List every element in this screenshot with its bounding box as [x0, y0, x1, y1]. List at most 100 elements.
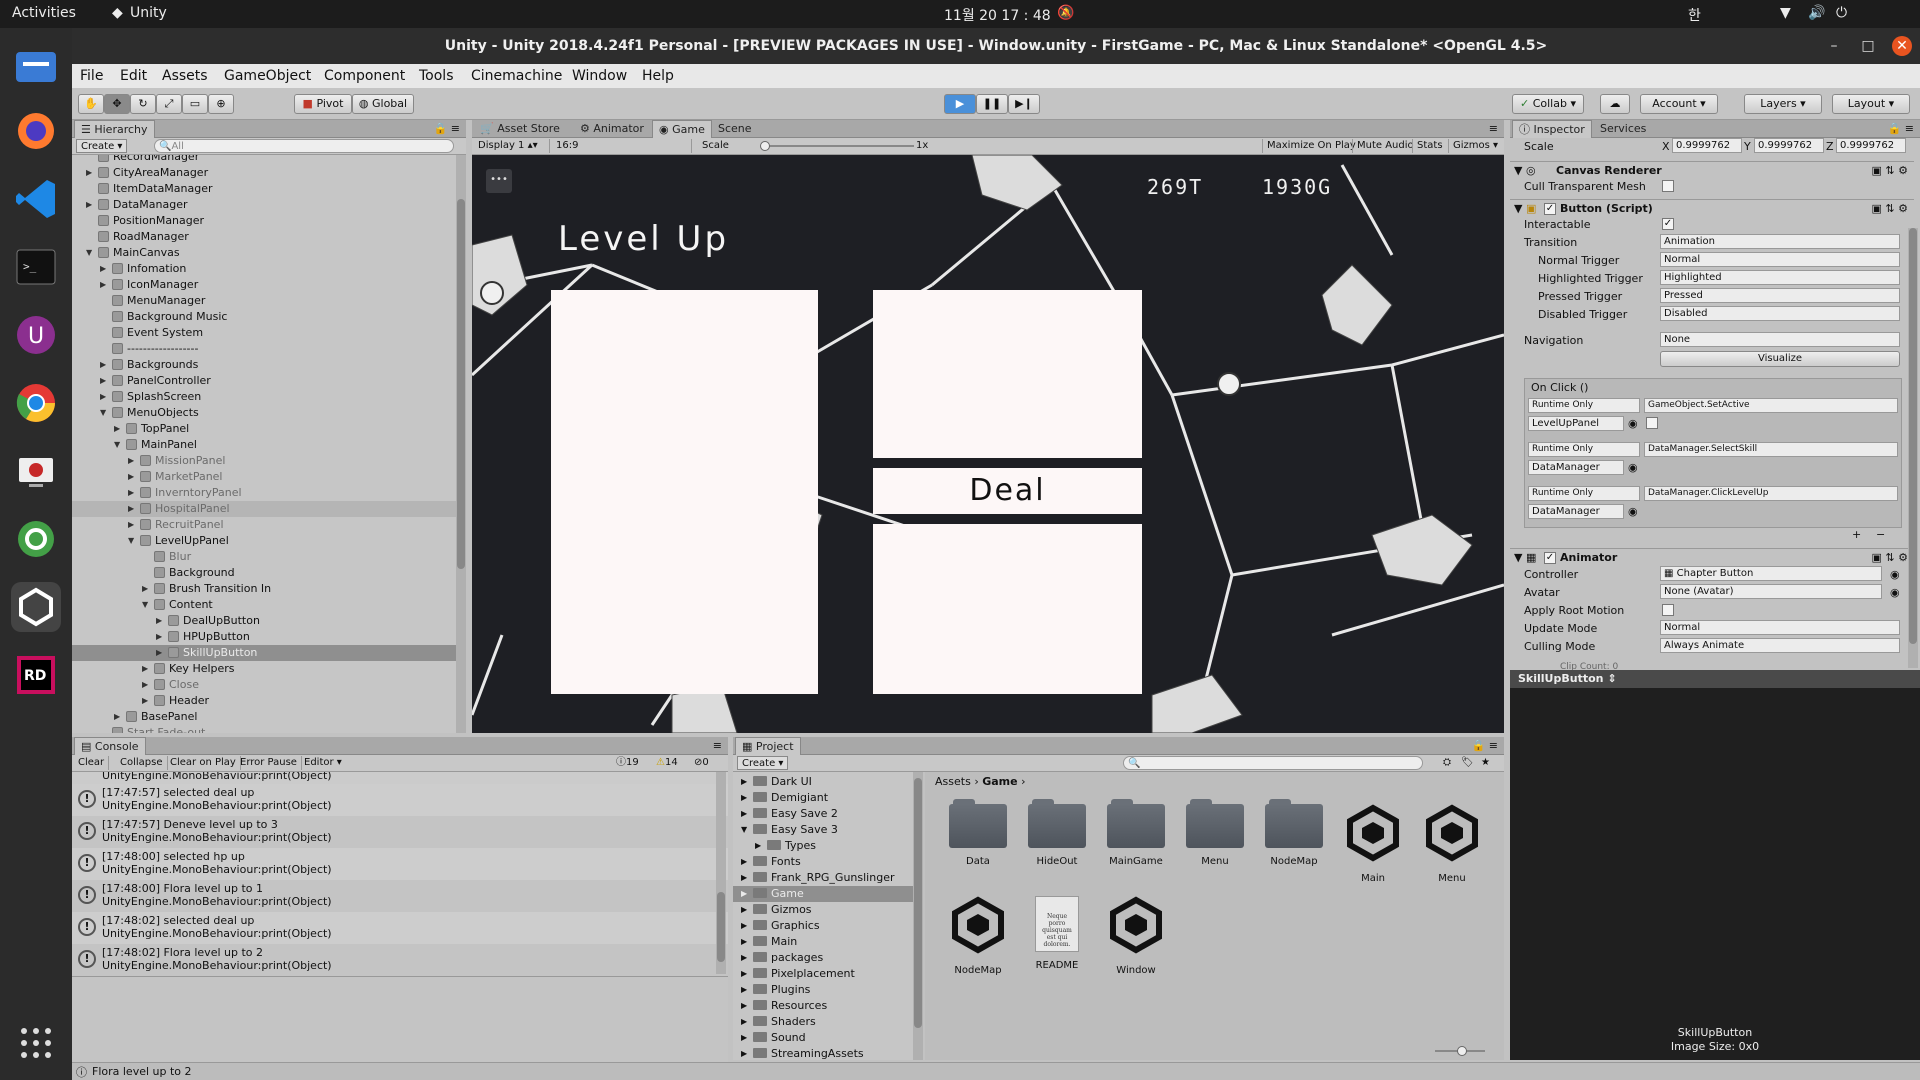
project-folder[interactable]: ▶ packages — [733, 950, 913, 966]
warning-count-toggle[interactable]: ⚠14 — [652, 756, 682, 770]
project-folder[interactable]: ▶ Game — [733, 886, 913, 902]
panel-menu-icon[interactable]: 🔒 ≡ — [434, 122, 460, 135]
event-function-dropdown[interactable]: DataManager.ClickLevelUp — [1644, 486, 1898, 501]
aspect-dropdown[interactable]: 16:9 — [552, 139, 692, 153]
foldout-arrow-icon[interactable]: ▶ — [128, 517, 134, 533]
project-folder[interactable]: ▶ Demigiant — [733, 790, 913, 806]
tab-asset-store[interactable]: 🛒 Asset Store — [474, 120, 566, 138]
hand-tool-icon[interactable]: ✋ — [78, 94, 104, 114]
account-dropdown[interactable]: Account ▾ — [1640, 94, 1718, 114]
center-panel-menu-icon[interactable]: ≡ — [1489, 122, 1498, 135]
event-target-field[interactable]: LevelUpPanel — [1528, 416, 1624, 431]
hierarchy-item[interactable]: ▶ IconManager — [72, 277, 456, 293]
maximize-icon[interactable]: □ — [1858, 36, 1878, 56]
event-target-field[interactable]: DataManager — [1528, 504, 1624, 519]
ubuntu-software-icon[interactable]: U — [11, 310, 61, 360]
foldout-arrow-icon[interactable]: ▶ — [741, 886, 747, 902]
project-folder[interactable]: ▼ Easy Save 3 — [733, 822, 913, 838]
foldout-arrow-icon[interactable]: ▶ — [741, 966, 747, 982]
project-folder[interactable]: ▶ Plugins — [733, 982, 913, 998]
controller-field[interactable]: ▦ Chapter Button — [1660, 566, 1882, 581]
project-menu-icon[interactable]: 🔒 ≡ — [1472, 739, 1498, 752]
tab-hierarchy[interactable]: ☰ Hierarchy — [74, 120, 155, 138]
foldout-arrow-icon[interactable]: ▶ — [142, 677, 148, 693]
console-collapse-toggle[interactable]: Collapse — [116, 756, 168, 770]
foldout-arrow-icon[interactable]: ▶ — [741, 918, 747, 934]
hierarchy-item[interactable]: ▶ PanelController — [72, 373, 456, 389]
scale-y-field[interactable]: 0.9999762 — [1754, 138, 1824, 153]
ime-indicator[interactable]: 한 — [1688, 5, 1701, 25]
console-entry[interactable]: ! [17:47:57] selected deal up UnityEngine.… — [72, 784, 728, 816]
foldout-icon[interactable]: ▼ — [1514, 202, 1522, 215]
foldout-arrow-icon[interactable]: ▶ — [128, 485, 134, 501]
hierarchy-item[interactable]: ▼ MainPanel — [72, 437, 456, 453]
foldout-arrow-icon[interactable]: ▶ — [741, 982, 747, 998]
project-folder[interactable]: ▶ Resources — [733, 998, 913, 1014]
hierarchy-item[interactable]: ▶ DataManager — [72, 197, 456, 213]
vscode-icon[interactable] — [11, 174, 61, 224]
console-entry[interactable]: ! [17:48:02] Flora level up to 2 UnityEngi… — [72, 944, 728, 976]
tab-game[interactable]: ◉ Game — [652, 120, 712, 138]
foldout-arrow-icon[interactable]: ▶ — [86, 197, 92, 213]
global-toggle[interactable]: ◍ Global — [352, 94, 414, 114]
foldout-arrow-icon[interactable]: ▶ — [741, 1030, 747, 1046]
menu-tools[interactable]: Tools — [419, 68, 454, 84]
hierarchy-item[interactable]: Background Music — [72, 309, 456, 325]
foldout-arrow-icon[interactable]: ▶ — [741, 950, 747, 966]
hierarchy-item[interactable]: ▶ TopPanel — [72, 421, 456, 437]
console-clear-button[interactable]: Clear — [74, 756, 110, 770]
volume-icon[interactable]: 🔊 — [1808, 5, 1825, 21]
foldout-arrow-icon[interactable]: ▼ — [114, 437, 120, 453]
tab-project[interactable]: ▦ Project — [735, 737, 801, 755]
play-button[interactable]: ▶ — [944, 94, 976, 114]
foldout-arrow-icon[interactable]: ▼ — [142, 597, 148, 613]
menu-file[interactable]: File — [80, 68, 103, 84]
status-message[interactable]: Flora level up to 2 — [92, 1065, 192, 1078]
scale-x-field[interactable]: 0.9999762 — [1672, 138, 1742, 153]
console-editor-dropdown[interactable]: Editor ▾ — [300, 756, 346, 770]
update-icon[interactable] — [11, 514, 61, 564]
hierarchy-item[interactable]: ▶ Backgrounds — [72, 357, 456, 373]
canvas-renderer-header[interactable]: ▼ ◎ Canvas Renderer ▣ ⇅ ⚙ — [1510, 161, 1914, 179]
error-pause-toggle[interactable]: Error Pause — [236, 756, 302, 770]
project-tree-scroll-thumb[interactable] — [914, 778, 922, 1028]
hierarchy-create-dropdown[interactable]: Create ▾ — [76, 139, 128, 153]
hierarchy-item[interactable]: ▶ Infomation — [72, 261, 456, 277]
project-folder[interactable]: ▶ Frank_RPG_Gunslinger — [733, 870, 913, 886]
foldout-arrow-icon[interactable]: ▶ — [142, 581, 148, 597]
foldout-arrow-icon[interactable]: ▶ — [156, 613, 162, 629]
hierarchy-item[interactable]: ▶ BasePanel — [72, 709, 456, 725]
apply-root-motion-checkbox[interactable] — [1662, 604, 1674, 616]
project-folder[interactable]: ▶ Graphics — [733, 918, 913, 934]
hierarchy-item[interactable]: ▼ MainCanvas — [72, 245, 456, 261]
hierarchy-item[interactable]: PositionManager — [72, 213, 456, 229]
tab-animator[interactable]: ⚙ Animator — [574, 120, 650, 138]
hierarchy-item[interactable]: ▼ LevelUpPanel — [72, 533, 456, 549]
step-button[interactable]: ▶❙ — [1008, 94, 1040, 114]
app-menu[interactable]: Unity — [130, 5, 167, 21]
firefox-icon[interactable] — [11, 106, 61, 156]
interactable-checkbox[interactable]: ✓ — [1662, 218, 1674, 230]
screenshot-icon[interactable] — [11, 446, 61, 496]
foldout-arrow-icon[interactable]: ▶ — [128, 453, 134, 469]
hierarchy-item[interactable]: ▶ HPUpButton — [72, 629, 456, 645]
transition-dropdown[interactable]: Animation — [1660, 234, 1900, 249]
preview-title-bar[interactable]: SkillUpButton ⇕ — [1510, 670, 1920, 688]
project-folder[interactable]: ▶ Pixelplacement — [733, 966, 913, 982]
update-mode-dropdown[interactable]: Normal — [1660, 620, 1900, 635]
hierarchy-item[interactable]: ▶ Close — [72, 677, 456, 693]
hierarchy-item[interactable]: Event System — [72, 325, 456, 341]
filter-type-icon[interactable]: ⛭ — [1439, 756, 1455, 770]
foldout-arrow-icon[interactable]: ▶ — [142, 661, 148, 677]
menu-gameobject[interactable]: GameObject — [224, 68, 311, 84]
inspector-scrollbar[interactable] — [1908, 228, 1918, 668]
layout-dropdown[interactable]: Layout ▾ — [1832, 94, 1910, 114]
project-folder[interactable]: ▶ Types — [733, 838, 913, 854]
tab-services[interactable]: Services — [1594, 120, 1652, 138]
hierarchy-item[interactable]: ▶ Header — [72, 693, 456, 709]
hierarchy-item[interactable]: ▶ HospitalPanel — [72, 501, 456, 517]
game-view[interactable]: ••• 269T 1930G Level Up Deal — [472, 155, 1504, 733]
console-entry[interactable]: ! [17:48:02] selected deal up UnityEngine.… — [72, 912, 728, 944]
clear-on-play-toggle[interactable]: Clear on Play — [166, 756, 241, 770]
skill-card-left[interactable] — [551, 290, 818, 694]
